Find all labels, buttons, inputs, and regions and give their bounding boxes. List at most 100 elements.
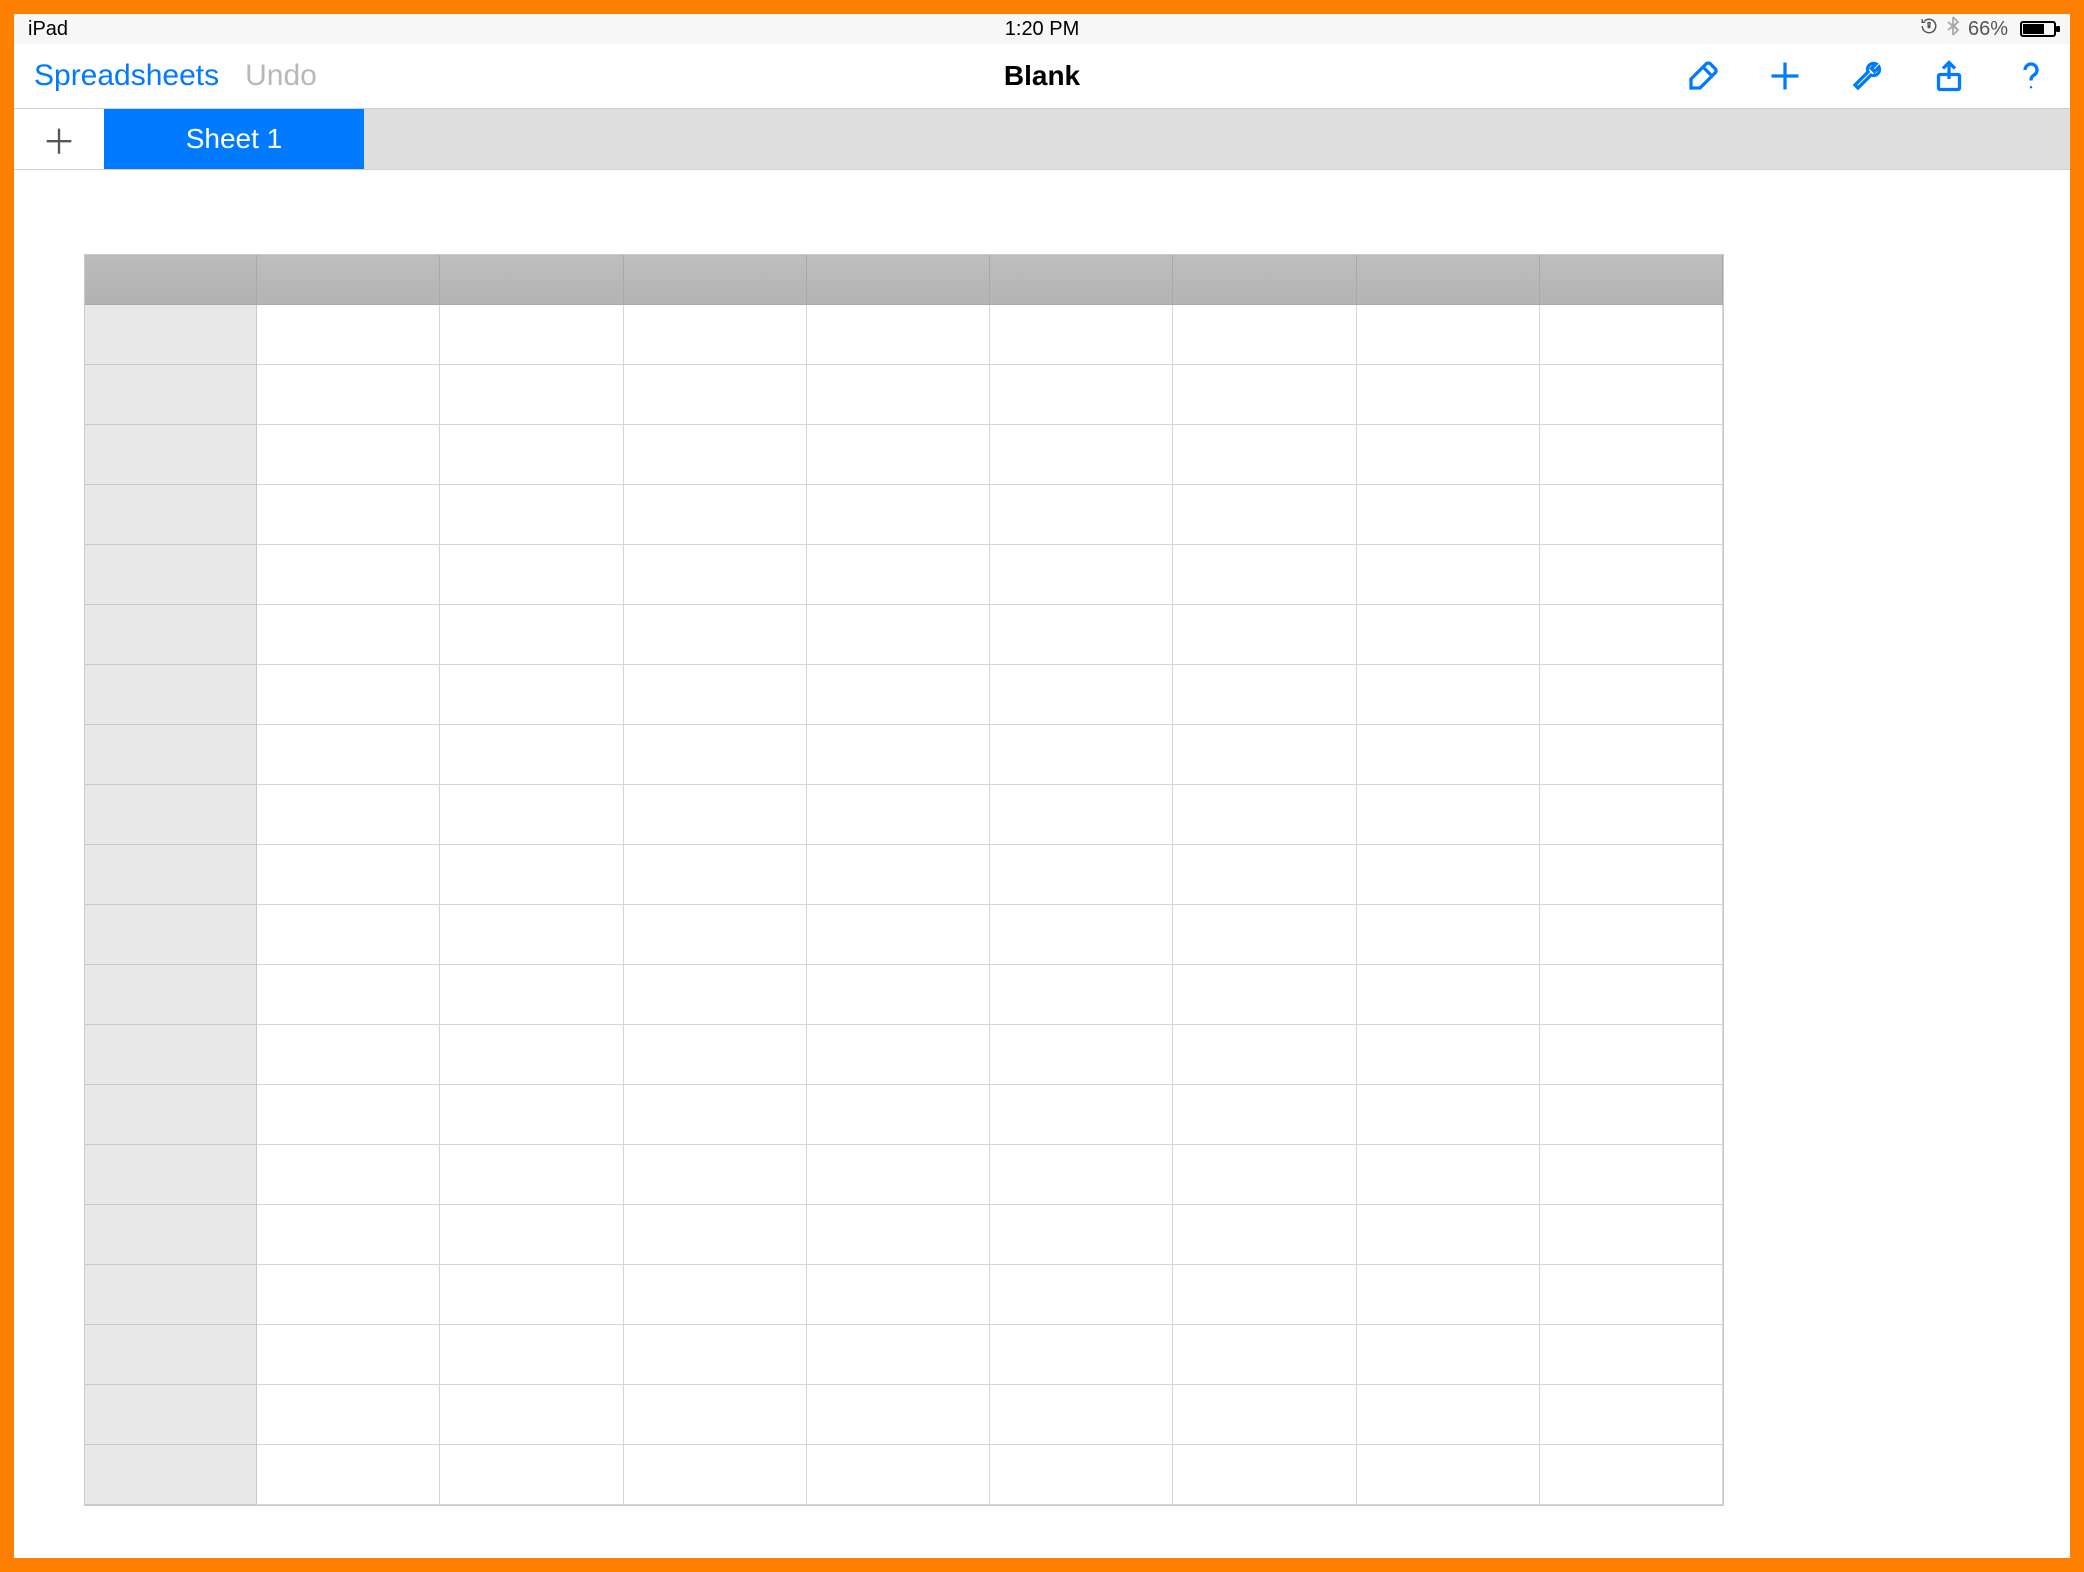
cell[interactable] [1357,1445,1540,1505]
column-header[interactable] [807,255,990,305]
cell[interactable] [440,1385,623,1445]
cell[interactable] [1540,485,1723,545]
cell[interactable] [1357,1145,1540,1205]
cell[interactable] [1357,1385,1540,1445]
cell[interactable] [807,425,990,485]
cell[interactable] [624,725,807,785]
cell[interactable] [440,845,623,905]
row-header[interactable] [85,305,257,365]
cell[interactable] [440,1325,623,1385]
back-button[interactable]: Spreadsheets [34,59,219,93]
cell[interactable] [624,1265,807,1325]
cell[interactable] [624,365,807,425]
cell[interactable] [990,605,1173,665]
cell[interactable] [1540,425,1723,485]
cell[interactable] [440,1085,623,1145]
cell[interactable] [257,965,440,1025]
cell[interactable] [624,1025,807,1085]
cell[interactable] [1540,1385,1723,1445]
cell[interactable] [1173,605,1356,665]
cell[interactable] [624,845,807,905]
cell[interactable] [990,1085,1173,1145]
cell[interactable] [990,1145,1173,1205]
cell[interactable] [807,485,990,545]
cell[interactable] [1173,425,1356,485]
cell[interactable] [257,1145,440,1205]
row-header[interactable] [85,725,257,785]
cell[interactable] [624,605,807,665]
cell[interactable] [1540,665,1723,725]
cell[interactable] [1540,1205,1723,1265]
cell[interactable] [440,965,623,1025]
cell[interactable] [990,1445,1173,1505]
row-header[interactable] [85,1385,257,1445]
cell[interactable] [1357,365,1540,425]
cell[interactable] [990,1325,1173,1385]
cell[interactable] [1173,1445,1356,1505]
cell[interactable] [1357,725,1540,785]
cell[interactable] [990,1265,1173,1325]
row-header[interactable] [85,1145,257,1205]
row-header[interactable] [85,785,257,845]
cell[interactable] [990,905,1173,965]
cell[interactable] [807,1265,990,1325]
undo-button[interactable]: Undo [245,59,317,93]
cell[interactable] [990,425,1173,485]
row-header[interactable] [85,545,257,605]
cell[interactable] [257,1025,440,1085]
cell[interactable] [807,1445,990,1505]
cell[interactable] [1357,965,1540,1025]
cell[interactable] [990,1205,1173,1265]
column-header[interactable] [1357,255,1540,305]
cell[interactable] [440,485,623,545]
help-icon[interactable] [2012,57,2050,95]
cell[interactable] [1173,545,1356,605]
row-header[interactable] [85,845,257,905]
cell[interactable] [807,1085,990,1145]
cell[interactable] [1540,305,1723,365]
cell[interactable] [257,785,440,845]
cell[interactable] [1173,1025,1356,1085]
column-header[interactable] [1540,255,1723,305]
cell[interactable] [1540,725,1723,785]
cell[interactable] [1540,1265,1723,1325]
cell[interactable] [1173,1085,1356,1145]
cell[interactable] [440,425,623,485]
cell[interactable] [1540,1145,1723,1205]
column-header[interactable] [990,255,1173,305]
cell[interactable] [990,485,1173,545]
cell[interactable] [990,845,1173,905]
column-header[interactable] [440,255,623,305]
cell[interactable] [257,305,440,365]
cell[interactable] [1173,665,1356,725]
cell[interactable] [1540,785,1723,845]
cell[interactable] [807,545,990,605]
cell[interactable] [1357,425,1540,485]
cell[interactable] [990,965,1173,1025]
cell[interactable] [1357,305,1540,365]
cell[interactable] [440,785,623,845]
cell[interactable] [257,1085,440,1145]
cell[interactable] [1357,1205,1540,1265]
cell[interactable] [1540,1025,1723,1085]
cell[interactable] [1357,845,1540,905]
cell[interactable] [257,425,440,485]
wrench-icon[interactable] [1848,57,1886,95]
cell[interactable] [257,1205,440,1265]
row-header[interactable] [85,1085,257,1145]
cell[interactable] [257,845,440,905]
cell[interactable] [440,1265,623,1325]
cell[interactable] [1357,785,1540,845]
cell[interactable] [1173,725,1356,785]
cell[interactable] [990,1385,1173,1445]
cell[interactable] [624,485,807,545]
cell[interactable] [624,1325,807,1385]
cell[interactable] [807,1325,990,1385]
cell[interactable] [990,785,1173,845]
cell[interactable] [1173,305,1356,365]
cell[interactable] [807,845,990,905]
cell[interactable] [257,1445,440,1505]
cell[interactable] [624,1205,807,1265]
cell[interactable] [257,725,440,785]
row-header[interactable] [85,1265,257,1325]
